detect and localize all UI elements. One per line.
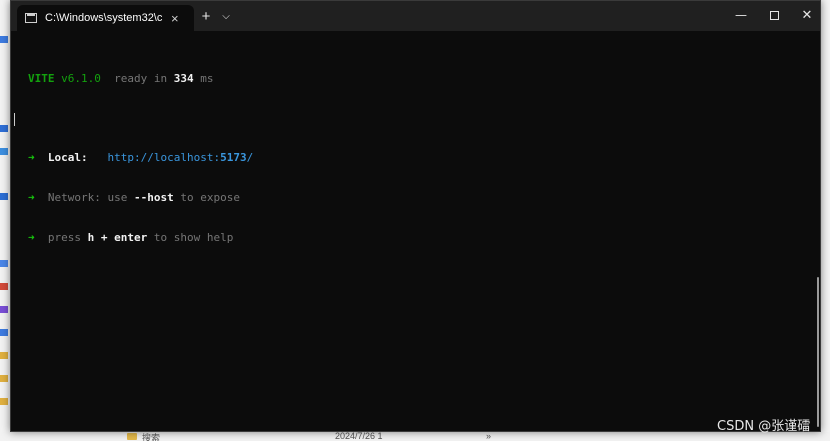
help-suffix: to show help [153,231,234,245]
bg-icon [0,398,8,405]
bg-icon [0,193,8,200]
bg-icon [0,329,8,336]
local-label: Local: [47,151,88,165]
console-line-help: ➜ press h + enter to show help [28,231,808,244]
terminal-icon [25,13,37,23]
background-window-left-edge [0,0,10,441]
help-press: press [47,231,81,245]
tab-close-icon[interactable]: × [171,12,179,25]
tab-dropdown-chevron-icon[interactable]: ⌵ [216,7,236,27]
network-use: use [107,191,128,205]
network-label: Network: [47,191,101,205]
bg-icon [0,375,8,382]
arrow-icon: ➜ [28,191,35,205]
help-key: h + enter [87,231,148,245]
bg-file-date: 2024/7/26 1 [335,431,383,441]
background-window-right-edge [821,0,830,441]
arrow-icon: ➜ [28,151,35,165]
close-button[interactable]: ✕ [790,1,824,31]
vite-name: VITE [28,71,55,85]
vite-version: v6.1.0 [61,71,101,85]
tab-title: C:\Windows\system32\cmd.e [45,12,163,24]
bg-icon [0,125,8,132]
terminal-window: C:\Windows\system32\cmd.e × + ⌵ — ✕ VITE… [10,0,821,432]
console-line-local: ➜ Local: http://localhost:5173/ [28,151,808,164]
maximize-icon [769,11,779,20]
title-bar[interactable]: C:\Windows\system32\cmd.e × + ⌵ — ✕ [11,1,820,31]
ready-unit: ms [200,71,214,85]
local-url[interactable]: http://localhost:5173/ [108,151,254,164]
tab-cmd[interactable]: C:\Windows\system32\cmd.e × [17,5,194,31]
maximize-button[interactable] [757,1,791,31]
folder-icon [127,433,137,440]
console-output[interactable]: VITE v6.1.0 ready in 334 ms ➜ Local: htt… [28,45,808,271]
minimize-button[interactable]: — [724,1,758,31]
console-line-network: ➜ Network: use --host to expose [28,191,808,204]
bg-file-name: 搜索 [142,433,161,441]
scrollbar[interactable] [817,277,819,427]
ready-time: 334 [173,71,194,85]
watermark: CSDN @张谨礌 [717,419,811,434]
bg-icon [0,283,8,290]
console-line-vite: VITE v6.1.0 ready in 334 ms [28,72,808,85]
network-suffix: to expose [180,191,240,205]
text-cursor [14,113,15,126]
new-tab-button[interactable]: + [195,7,217,27]
bg-icon [0,260,8,267]
bg-icon [0,36,8,43]
ready-label: ready in [114,71,168,85]
arrow-icon: ➜ [28,231,35,245]
network-flag: --host [133,191,174,205]
bg-arrow: » [486,431,492,441]
background-window-bottom-edge: 搜索 2024/7/26 1 » [0,431,830,441]
bg-icon [0,148,8,155]
bg-icon [0,352,8,359]
bg-icon [0,306,8,313]
